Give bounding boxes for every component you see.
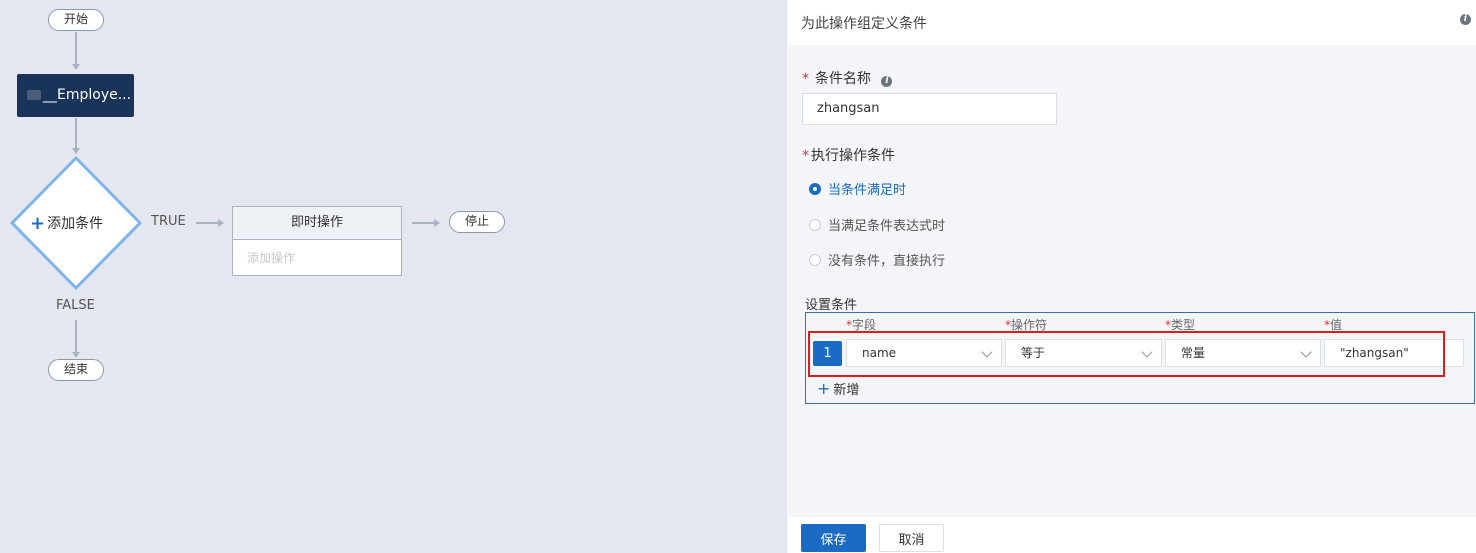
column-header-text: 值 bbox=[1330, 318, 1343, 332]
highlight-annotation bbox=[808, 331, 1445, 377]
condition-name-label-text: 条件名称 bbox=[815, 71, 871, 87]
radio-checked-icon[interactable] bbox=[809, 183, 821, 195]
info-icon[interactable]: i bbox=[881, 76, 893, 87]
connector-line bbox=[75, 32, 77, 64]
entity-node[interactable]: __Employe... bbox=[17, 74, 134, 117]
radio-condition-met[interactable]: 当条件满足时 bbox=[809, 179, 906, 198]
entity-node-label: __Employe... bbox=[43, 87, 132, 103]
add-condition-label: 添加条件 bbox=[47, 216, 104, 232]
connector-line bbox=[196, 222, 218, 224]
radio-label: 当条件满足时 bbox=[828, 183, 907, 198]
arrow-down-icon bbox=[72, 352, 80, 358]
arrow-down-icon bbox=[72, 64, 80, 70]
plus-icon: + bbox=[817, 379, 831, 398]
column-header-text: 操作符 bbox=[1011, 318, 1048, 332]
arrow-right-icon bbox=[218, 219, 224, 227]
immediate-action-box[interactable]: 即时操作 添加操作 bbox=[232, 206, 402, 276]
panel-header: 为此操作组定义条件 i bbox=[787, 0, 1476, 45]
arrow-right-icon bbox=[434, 219, 440, 227]
flow-canvas: 开始 __Employe... + 添加条件 TRUE 即时操作 添加操作 停止 … bbox=[0, 0, 787, 553]
start-node[interactable]: 开始 bbox=[48, 9, 104, 31]
stop-node[interactable]: 停止 bbox=[449, 211, 505, 233]
required-mark: * bbox=[802, 71, 809, 87]
panel-title: 为此操作组定义条件 bbox=[801, 16, 927, 32]
true-branch-label: TRUE bbox=[151, 214, 186, 229]
false-branch-label: FALSE bbox=[56, 298, 95, 313]
required-mark: * bbox=[802, 148, 809, 164]
exec-condition-label: * 执行操作条件 bbox=[802, 145, 895, 165]
set-conditions-label: 设置条件 bbox=[805, 298, 858, 313]
cancel-button[interactable]: 取消 bbox=[879, 524, 944, 552]
condition-name-label: * 条件名称 i bbox=[802, 68, 893, 88]
add-action-placeholder[interactable]: 添加操作 bbox=[233, 240, 401, 276]
column-header-text: 类型 bbox=[1171, 318, 1196, 332]
radio-unchecked-icon[interactable] bbox=[809, 219, 821, 231]
add-condition-row-button[interactable]: + 新增 bbox=[817, 379, 859, 398]
info-icon[interactable]: i bbox=[1460, 14, 1471, 25]
add-condition-button[interactable]: + 添加条件 bbox=[30, 213, 103, 234]
plus-icon: + bbox=[30, 213, 46, 234]
radio-expression-met[interactable]: 当满足条件表达式时 bbox=[809, 215, 945, 234]
action-box-header: 即时操作 bbox=[233, 207, 401, 240]
column-header-text: 字段 bbox=[852, 318, 877, 332]
panel-footer: 保存 取消 bbox=[787, 517, 1476, 553]
radio-unchecked-icon[interactable] bbox=[809, 254, 821, 266]
redacted-mark bbox=[27, 90, 41, 100]
add-row-label: 新增 bbox=[833, 383, 860, 398]
condition-panel: 为此操作组定义条件 i * 条件名称 i zhangsan * 执行操作条件 当条件… bbox=[787, 0, 1476, 553]
connector-line bbox=[412, 222, 434, 224]
radio-label: 没有条件，直接执行 bbox=[828, 254, 946, 269]
end-node[interactable]: 结束 bbox=[48, 359, 104, 381]
condition-name-input[interactable]: zhangsan bbox=[802, 93, 1057, 125]
exec-condition-label-text: 执行操作条件 bbox=[811, 148, 895, 164]
connector-line bbox=[75, 118, 77, 148]
radio-label: 当满足条件表达式时 bbox=[828, 219, 946, 234]
radio-no-condition[interactable]: 没有条件，直接执行 bbox=[809, 250, 945, 269]
connector-line bbox=[75, 320, 77, 352]
save-button[interactable]: 保存 bbox=[801, 524, 866, 552]
